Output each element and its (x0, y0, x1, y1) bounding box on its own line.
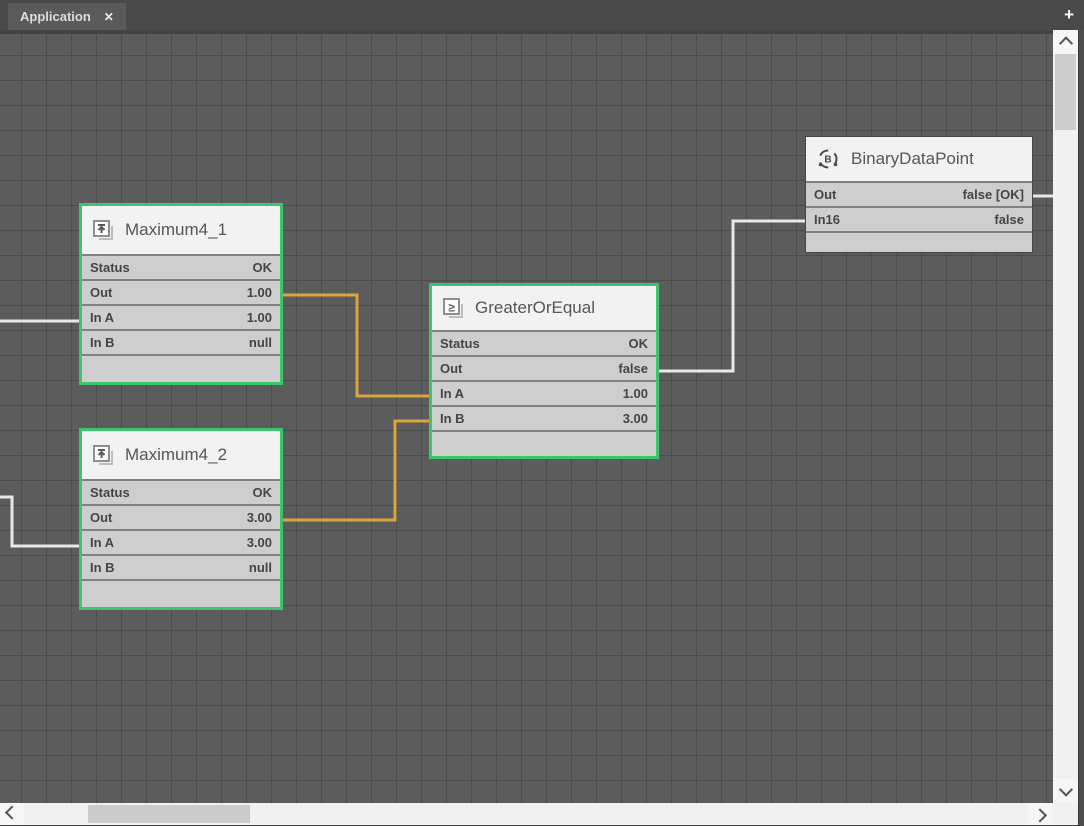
row-label: Out (90, 510, 112, 525)
row-label: In A (90, 535, 114, 550)
row-label: Status (90, 485, 130, 500)
wiresheet-window: Application ✕ + (0, 0, 1084, 826)
wire-left-to-maximum4_2-ina[interactable] (0, 497, 79, 546)
svg-text:≥: ≥ (448, 301, 455, 315)
node-rows: Status OK Out 3.00 In A 3.00 In B null (82, 479, 280, 579)
tab-application[interactable]: Application ✕ (8, 3, 126, 30)
row-value: OK (253, 260, 273, 275)
node-header[interactable]: ≥ GreaterOrEqual (432, 286, 656, 330)
wiresheet-canvas[interactable]: Maximum4_1 Status OK Out 1.00 In A 1.00 In B nu… (0, 30, 1053, 803)
vertical-scrollbar[interactable] (1053, 30, 1078, 803)
node-footer (432, 430, 656, 456)
row-value: 1.00 (247, 285, 272, 300)
row-value: OK (253, 485, 273, 500)
binary-data-point-icon: B (816, 147, 840, 171)
scroll-left-button[interactable] (0, 803, 24, 825)
node-header[interactable]: Maximum4_1 (82, 206, 280, 254)
node-maximum4_1[interactable]: Maximum4_1 Status OK Out 1.00 In A 1.00 In B nu… (79, 203, 283, 385)
node-title: GreaterOrEqual (475, 298, 595, 318)
node-row-in-b[interactable]: In B 3.00 (432, 405, 656, 430)
wire-greaterorequal-out-to-binarydatapoint-in16[interactable] (659, 221, 805, 371)
node-title: Maximum4_1 (125, 220, 227, 240)
node-row-in-a[interactable]: In A 1.00 (432, 380, 656, 405)
scroll-up-button[interactable] (1053, 30, 1078, 54)
row-label: In16 (814, 212, 840, 227)
node-rows: Status OK Out false In A 1.00 In B 3.00 (432, 330, 656, 430)
scroll-down-button[interactable] (1053, 779, 1078, 803)
node-footer (82, 579, 280, 607)
node-binarydatapoint[interactable]: B BinaryDataPoint Out false [OK] In16 false (805, 136, 1033, 253)
greater-or-equal-icon: ≥ (442, 297, 464, 319)
row-value: 3.00 (247, 510, 272, 525)
node-row-out[interactable]: Out 1.00 (82, 279, 280, 304)
row-value: null (249, 560, 272, 575)
chevron-down-icon (1058, 783, 1072, 797)
row-value: OK (629, 336, 649, 351)
node-title: BinaryDataPoint (851, 149, 974, 169)
row-label: Status (440, 336, 480, 351)
row-label: In B (90, 335, 115, 350)
svg-text:B: B (824, 155, 831, 166)
row-value: false (618, 361, 648, 376)
node-row-in-a[interactable]: In A 1.00 (82, 304, 280, 329)
row-label: In A (440, 386, 464, 401)
close-icon[interactable]: ✕ (104, 11, 114, 23)
vertical-scrollbar-thumb[interactable] (1055, 54, 1076, 130)
node-row-in-b[interactable]: In B null (82, 329, 280, 354)
right-edge-strip (1078, 30, 1084, 826)
node-row-in-b[interactable]: In B null (82, 554, 280, 579)
node-rows: Out false [OK] In16 false (806, 181, 1032, 231)
node-footer (82, 354, 280, 382)
node-row-status[interactable]: Status OK (432, 330, 656, 355)
row-label: In B (90, 560, 115, 575)
row-label: In A (90, 310, 114, 325)
node-title: Maximum4_2 (125, 445, 227, 465)
row-label: Out (814, 187, 836, 202)
node-greaterorequal[interactable]: ≥ GreaterOrEqual Status OK Out false In A 1.0… (429, 283, 659, 459)
node-row-out[interactable]: Out false [OK] (806, 181, 1032, 206)
row-label: Out (440, 361, 462, 376)
row-value: 1.00 (247, 310, 272, 325)
node-header[interactable]: Maximum4_2 (82, 431, 280, 479)
maximum-icon (92, 219, 114, 241)
node-maximum4_2[interactable]: Maximum4_2 Status OK Out 3.00 In A 3.00 In B nu… (79, 428, 283, 610)
node-footer (806, 231, 1032, 252)
node-header[interactable]: B BinaryDataPoint (806, 137, 1032, 181)
row-label: In B (440, 411, 465, 426)
scroll-right-button[interactable] (1028, 803, 1052, 825)
row-label: Status (90, 260, 130, 275)
node-rows: Status OK Out 1.00 In A 1.00 In B null (82, 254, 280, 354)
tab-label: Application (20, 9, 91, 24)
add-tab-button[interactable]: + (1064, 3, 1074, 27)
chevron-right-icon (1033, 808, 1047, 822)
row-value: 3.00 (247, 535, 272, 550)
row-value: null (249, 335, 272, 350)
row-value: false [OK] (963, 187, 1024, 202)
row-value: false (994, 212, 1024, 227)
node-row-out[interactable]: Out false (432, 355, 656, 380)
horizontal-scrollbar-thumb[interactable] (88, 805, 250, 823)
chevron-left-icon (5, 806, 19, 820)
node-row-out[interactable]: Out 3.00 (82, 504, 280, 529)
node-row-in16[interactable]: In16 false (806, 206, 1032, 231)
maximum-icon (92, 444, 114, 466)
row-label: Out (90, 285, 112, 300)
wire-maximum4_2-out-to-greaterorequal-inb[interactable] (283, 421, 429, 520)
tab-bar: Application ✕ + (0, 0, 1084, 30)
node-row-status[interactable]: Status OK (82, 479, 280, 504)
row-value: 1.00 (623, 386, 648, 401)
wire-maximum4_1-out-to-greaterorequal-ina[interactable] (283, 295, 429, 396)
node-row-in-a[interactable]: In A 3.00 (82, 529, 280, 554)
row-value: 3.00 (623, 411, 648, 426)
horizontal-scrollbar[interactable] (0, 803, 1078, 825)
chevron-up-icon (1058, 36, 1072, 50)
node-row-status[interactable]: Status OK (82, 254, 280, 279)
